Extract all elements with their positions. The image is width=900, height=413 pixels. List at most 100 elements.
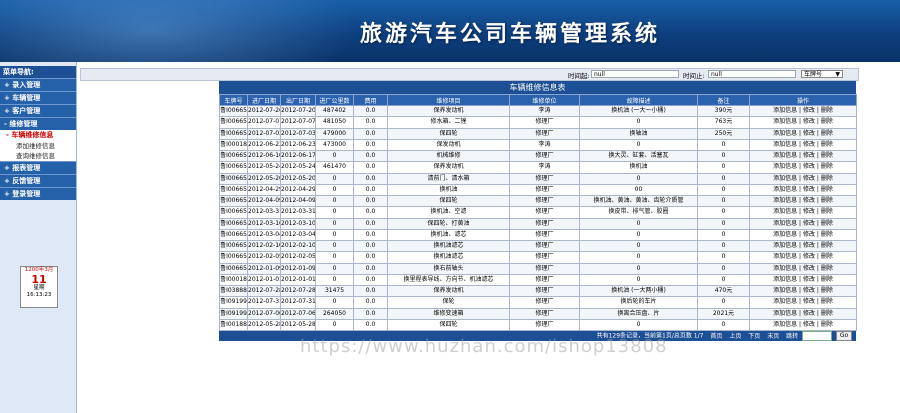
add-info-link[interactable]: 添加信息 [773,231,797,238]
col-remark[interactable]: 备注 [697,94,750,106]
add-info-link[interactable]: 添加信息 [773,310,797,317]
delete-link[interactable]: 删除 [821,242,833,249]
edit-link[interactable]: 修改 [803,298,815,305]
edit-link[interactable]: 修改 [803,276,815,283]
delete-link[interactable]: 删除 [821,118,833,125]
col-actions: 操作 [749,94,857,106]
add-info-link[interactable]: 添加信息 [773,186,797,193]
table-row: 鲁I00665 2012-05-20 2012-05-20 0 0.0 清前门、清水箱 修理… [219,172,857,185]
edit-link[interactable]: 修改 [803,242,815,249]
col-fault[interactable]: 故障描述 [579,94,698,106]
edit-link[interactable]: 修改 [803,220,815,227]
first-page-link[interactable]: 首页 [710,332,722,342]
sidebar-item-vehicles[interactable]: + 车辆管理 [0,91,76,104]
add-info-link[interactable]: 添加信息 [773,197,797,204]
col-mileage[interactable]: 进厂公里数 [315,94,354,106]
submenu-add-repair[interactable]: 添加维修信息 [0,141,76,151]
add-info-link[interactable]: 添加信息 [773,287,797,294]
add-info-link[interactable]: 添加信息 [773,152,797,159]
add-info-link[interactable]: 添加信息 [773,276,797,283]
add-info-link[interactable]: 添加信息 [773,208,797,215]
sidebar-item-login[interactable]: + 登录管理 [0,187,76,200]
delete-link[interactable]: 删除 [821,186,833,193]
delete-link[interactable]: 删除 [821,321,833,328]
last-page-link[interactable]: 末页 [767,332,779,342]
sidebar-item-entry[interactable]: + 录入管理 [0,78,76,91]
edit-link[interactable]: 修改 [803,163,815,170]
delete-link[interactable]: 删除 [821,208,833,215]
edit-link[interactable]: 修改 [803,265,815,272]
delete-link[interactable]: 删除 [821,130,833,137]
col-item[interactable]: 维修项目 [387,94,510,106]
cell-mileage: 0 [315,228,354,242]
end-date-input[interactable]: null [708,70,796,78]
delete-link[interactable]: 删除 [821,287,833,294]
edit-link[interactable]: 修改 [803,141,815,148]
page-jump-input[interactable] [802,331,833,341]
delete-link[interactable]: 删除 [821,310,833,317]
edit-link[interactable]: 修改 [803,118,815,125]
cell-fault: 0 [579,138,698,152]
edit-link[interactable]: 修改 [803,197,815,204]
edit-link[interactable]: 修改 [803,310,815,317]
col-cost[interactable]: 费用 [353,94,388,106]
cell-plate: 鲁I00665 [219,239,248,253]
edit-link[interactable]: 修改 [803,152,815,159]
delete-link[interactable]: 删除 [821,276,833,283]
field-select[interactable]: 车牌号 ▼ [801,70,843,78]
edit-link[interactable]: 修改 [803,208,815,215]
cell-in-date: 2012-06-23 [247,138,281,152]
edit-link[interactable]: 修改 [803,287,815,294]
add-info-link[interactable]: 添加信息 [773,107,797,114]
cell-actions: 添加信息 | 修改 | 删除 [749,172,857,185]
delete-link[interactable]: 删除 [821,175,833,182]
table-row: 鲁I09199 2012-07-31 2012-07-31 0 0.0 保轮 修理厂 换后轮的… [219,296,857,309]
add-info-link[interactable]: 添加信息 [773,298,797,305]
sidebar-item-reports[interactable]: + 报表管理 [0,161,76,174]
delete-link[interactable]: 删除 [821,152,833,159]
submenu-heading[interactable]: - 车辆维修信息 [0,130,76,141]
edit-link[interactable]: 修改 [803,130,815,137]
delete-link[interactable]: 删除 [821,220,833,227]
delete-link[interactable]: 删除 [821,231,833,238]
table-row: 鲁I00665 2012-07-07 2012-07-07 481050 0.0 修水箱、… [219,116,857,129]
sidebar-item-customers[interactable]: + 客户管理 [0,104,76,117]
edit-link[interactable]: 修改 [803,186,815,193]
next-page-link[interactable]: 下页 [748,332,760,342]
add-info-link[interactable]: 添加信息 [773,321,797,328]
edit-link[interactable]: 修改 [803,175,815,182]
edit-link[interactable]: 修改 [803,253,815,260]
add-info-link[interactable]: 添加信息 [773,220,797,227]
add-info-link[interactable]: 添加信息 [773,163,797,170]
sidebar-item-maintenance[interactable]: - 维修管理 [0,117,76,130]
cell-in-date: 2012-04-09 [247,194,281,208]
submenu-query-repair[interactable]: 查询维修信息 [0,151,76,161]
add-info-link[interactable]: 添加信息 [773,253,797,260]
edit-link[interactable]: 修改 [803,231,815,238]
go-button[interactable]: Go [836,331,852,341]
add-info-link[interactable]: 添加信息 [773,175,797,182]
delete-link[interactable]: 删除 [821,265,833,272]
delete-link[interactable]: 删除 [821,197,833,204]
prev-page-link[interactable]: 上页 [729,332,741,342]
cell-in-date: 2012-05-28 [247,318,281,332]
add-info-link[interactable]: 添加信息 [773,118,797,125]
col-plate[interactable]: 车牌号 [219,94,248,106]
col-out-date[interactable]: 出厂日期 [280,94,316,106]
col-unit[interactable]: 维修单位 [509,94,580,106]
sidebar-item-feedback[interactable]: + 反馈管理 [0,174,76,187]
add-info-link[interactable]: 添加信息 [773,130,797,137]
delete-link[interactable]: 删除 [821,253,833,260]
edit-link[interactable]: 修改 [803,107,815,114]
start-date-input[interactable]: null [591,70,679,78]
cell-fault: 0 [579,262,698,275]
add-info-link[interactable]: 添加信息 [773,265,797,272]
col-in-date[interactable]: 进厂日期 [247,94,281,106]
delete-link[interactable]: 删除 [821,163,833,170]
delete-link[interactable]: 删除 [821,107,833,114]
add-info-link[interactable]: 添加信息 [773,242,797,249]
delete-link[interactable]: 删除 [821,298,833,305]
delete-link[interactable]: 删除 [821,141,833,148]
add-info-link[interactable]: 添加信息 [773,141,797,148]
edit-link[interactable]: 修改 [803,321,815,328]
